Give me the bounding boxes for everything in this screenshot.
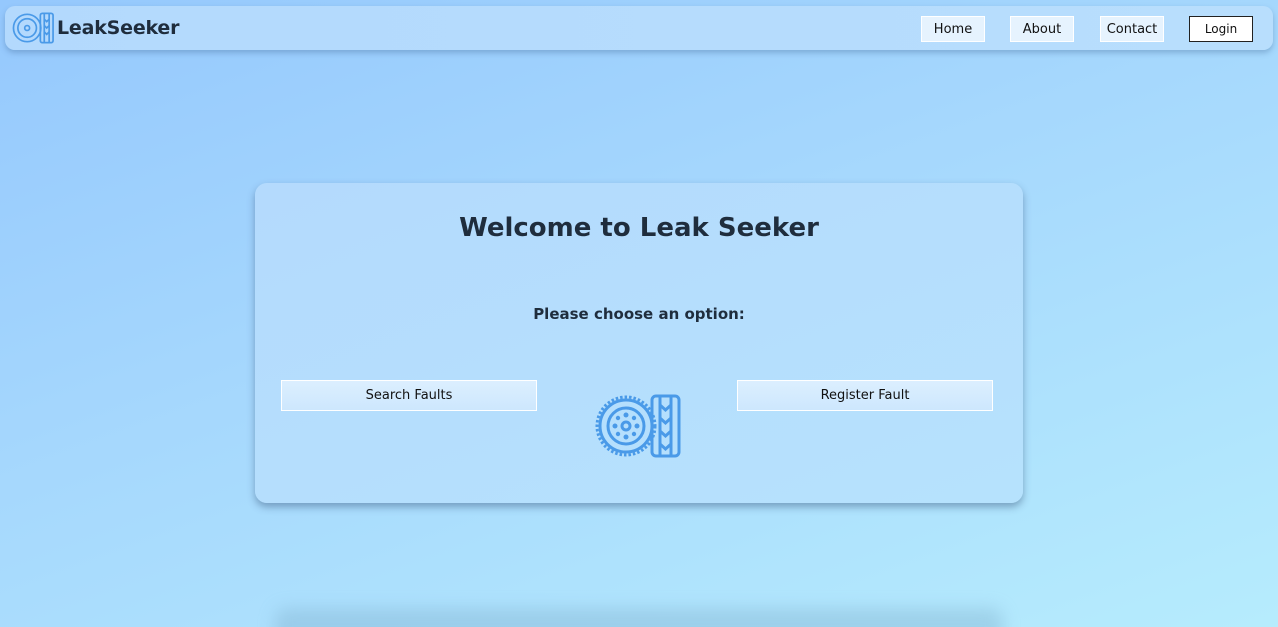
login-button[interactable]: Login (1189, 16, 1253, 42)
navbar: LeakSeeker Home About Contact Login (5, 6, 1273, 50)
tire-wheel-icon (595, 394, 681, 458)
brand[interactable]: LeakSeeker (12, 11, 179, 45)
nav-contact-button[interactable]: Contact (1100, 16, 1164, 42)
nav-about-button[interactable]: About (1010, 16, 1074, 42)
brand-name: LeakSeeker (57, 17, 180, 39)
tire-wheel-icon (12, 12, 54, 44)
page-title: Welcome to Leak Seeker (459, 213, 819, 243)
nav-home-button[interactable]: Home (921, 16, 985, 42)
welcome-card: Welcome to Leak Seeker Please choose an … (255, 183, 1023, 503)
register-fault-button[interactable]: Register Fault (737, 380, 993, 411)
bottom-shadow (275, 608, 1003, 627)
option-prompt: Please choose an option: (533, 305, 745, 323)
search-faults-button[interactable]: Search Faults (281, 380, 537, 411)
